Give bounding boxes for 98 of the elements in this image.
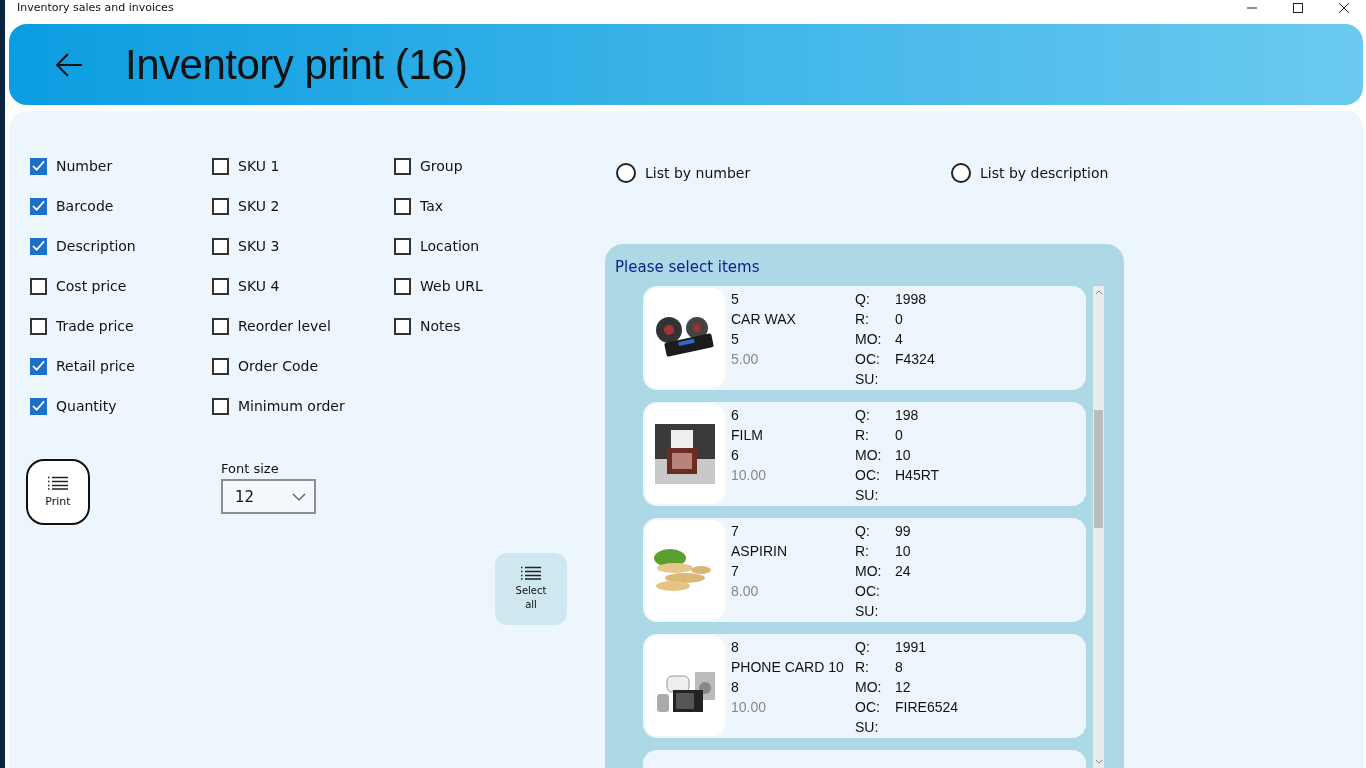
- item-description: FILM: [731, 426, 764, 445]
- radio-button[interactable]: List by description: [951, 163, 1286, 183]
- detail-label: Q:: [855, 406, 871, 425]
- detail-value: 10: [895, 542, 911, 561]
- item-card[interactable]: 7 ASPIRIN 7 8.00 Q: 99 R: 10 MO: 24 OC: SU:: [643, 518, 1086, 622]
- item-description: ASPIRIN: [731, 542, 788, 561]
- detail-value: F4324: [895, 350, 935, 369]
- checkbox[interactable]: Order Code: [212, 356, 319, 376]
- detail-label: R:: [855, 426, 870, 445]
- scroll-down-icon[interactable]: [1094, 759, 1103, 765]
- checkbox[interactable]: Barcode: [30, 196, 114, 216]
- checkbox[interactable]: Cost price: [30, 276, 127, 296]
- detail-value: 10: [895, 446, 912, 465]
- checkmark-icon: [32, 240, 45, 252]
- checkbox[interactable]: Description: [30, 236, 136, 256]
- detail-label: OC:: [855, 698, 881, 717]
- detail-value: 12: [895, 678, 912, 697]
- item-number: 5: [731, 290, 740, 309]
- item-price: 8.00: [731, 582, 760, 601]
- checkbox[interactable]: Minimum order: [212, 396, 345, 416]
- checkbox[interactable]: Trade price: [30, 316, 134, 336]
- detail-label: MO:: [855, 562, 883, 581]
- list-icon: [48, 476, 68, 490]
- font-size-dropdown[interactable]: 12: [221, 479, 316, 514]
- detail-value: 4: [895, 330, 904, 349]
- detail-value: 1998: [895, 290, 928, 309]
- checkbox[interactable]: Number: [30, 156, 113, 176]
- radio-button[interactable]: List by number: [616, 163, 951, 183]
- checkmark-icon: [32, 160, 45, 172]
- item-number: 6: [731, 406, 740, 425]
- scrollbar[interactable]: [1093, 286, 1104, 768]
- checkbox[interactable]: Notes: [394, 316, 461, 336]
- item-card[interactable]: 6 FILM 6 10.00 Q: 198 R: 0 MO: 10 OC: H45RT SU:: [643, 402, 1086, 506]
- item-barcode: 6: [731, 446, 740, 465]
- items-panel-title: Please select items: [614, 257, 761, 278]
- item-barcode: 7: [731, 562, 740, 581]
- maximize-icon[interactable]: [1292, 2, 1304, 14]
- select-all-button[interactable]: Select all: [495, 553, 567, 625]
- detail-value: 0: [895, 426, 904, 445]
- page-title: Inventory print (16): [125, 40, 468, 89]
- checkbox[interactable]: SKU 2: [212, 196, 280, 216]
- detail-label: OC:: [855, 350, 881, 369]
- print-button[interactable]: Print: [26, 459, 90, 525]
- detail-value: 99: [895, 522, 911, 541]
- checkbox[interactable]: Group: [394, 156, 463, 176]
- checkbox[interactable]: SKU 1: [212, 156, 280, 176]
- checkbox[interactable]: Tax: [394, 196, 444, 216]
- item-card[interactable]: 8 PHONE CARD 10 8 10.00 Q: 1991 R: 8 MO: 12 OC: FIRE6524 SU:: [643, 634, 1086, 738]
- checkbox[interactable]: Quantity: [30, 396, 117, 416]
- detail-label: R:: [855, 310, 870, 329]
- font-size-label: Font size: [221, 461, 280, 476]
- checkbox[interactable]: SKU 3: [212, 236, 280, 256]
- detail-label: OC:: [855, 582, 881, 601]
- detail-label: SU:: [855, 370, 880, 389]
- checkbox[interactable]: Web URL: [394, 276, 483, 296]
- item-barcode: 5: [731, 330, 740, 349]
- detail-value: 1991: [895, 638, 928, 657]
- list-icon: [521, 566, 541, 580]
- detail-label: R:: [855, 542, 870, 561]
- detail-label: Q:: [855, 522, 871, 541]
- detail-label: MO:: [855, 330, 883, 349]
- checkbox[interactable]: Location: [394, 236, 480, 256]
- detail-label: SU:: [855, 718, 880, 737]
- scrollbar-thumb[interactable]: [1094, 410, 1103, 528]
- item-number: 8: [731, 638, 740, 657]
- item-price: 5.00: [731, 350, 760, 369]
- checkbox[interactable]: Reorder level: [212, 316, 331, 336]
- detail-value: 24: [895, 562, 911, 581]
- detail-value: 0: [895, 310, 904, 329]
- detail-label: R:: [855, 658, 870, 677]
- item-price: 10.00: [731, 698, 768, 717]
- detail-label: Q:: [855, 638, 871, 657]
- item-card[interactable]: 5 CAR WAX 5 5.00 Q: 1998 R: 0 MO: 4 OC: F4324 SU:: [643, 286, 1086, 390]
- item-price: 10.00: [731, 466, 768, 485]
- detail-value: 198: [895, 406, 920, 425]
- scroll-up-icon[interactable]: [1094, 289, 1103, 295]
- checkmark-icon: [32, 400, 45, 412]
- detail-label: SU:: [855, 486, 880, 505]
- caret-icon: [292, 492, 306, 501]
- item-description: PHONE CARD 10: [731, 658, 845, 677]
- detail-label: SU:: [855, 602, 880, 621]
- window-title: Inventory sales and invoices: [17, 1, 174, 14]
- detail-label: OC:: [855, 466, 881, 485]
- item-description: CAR WAX: [731, 310, 797, 329]
- checkbox[interactable]: SKU 4: [212, 276, 280, 296]
- detail-value: 8: [895, 658, 904, 677]
- item-barcode: 8: [731, 678, 740, 697]
- back-arrow-icon[interactable]: [55, 52, 83, 77]
- close-icon[interactable]: [1338, 2, 1350, 14]
- detail-value: H45RT: [895, 466, 940, 485]
- item-number: 7: [731, 522, 740, 541]
- checkmark-icon: [32, 360, 45, 372]
- detail-label: MO:: [855, 446, 883, 465]
- detail-value: FIRE6524: [895, 698, 959, 717]
- detail-label: MO:: [855, 678, 883, 697]
- checkmark-icon: [32, 200, 45, 212]
- checkbox[interactable]: Retail price: [30, 356, 135, 376]
- detail-label: Q:: [855, 290, 871, 309]
